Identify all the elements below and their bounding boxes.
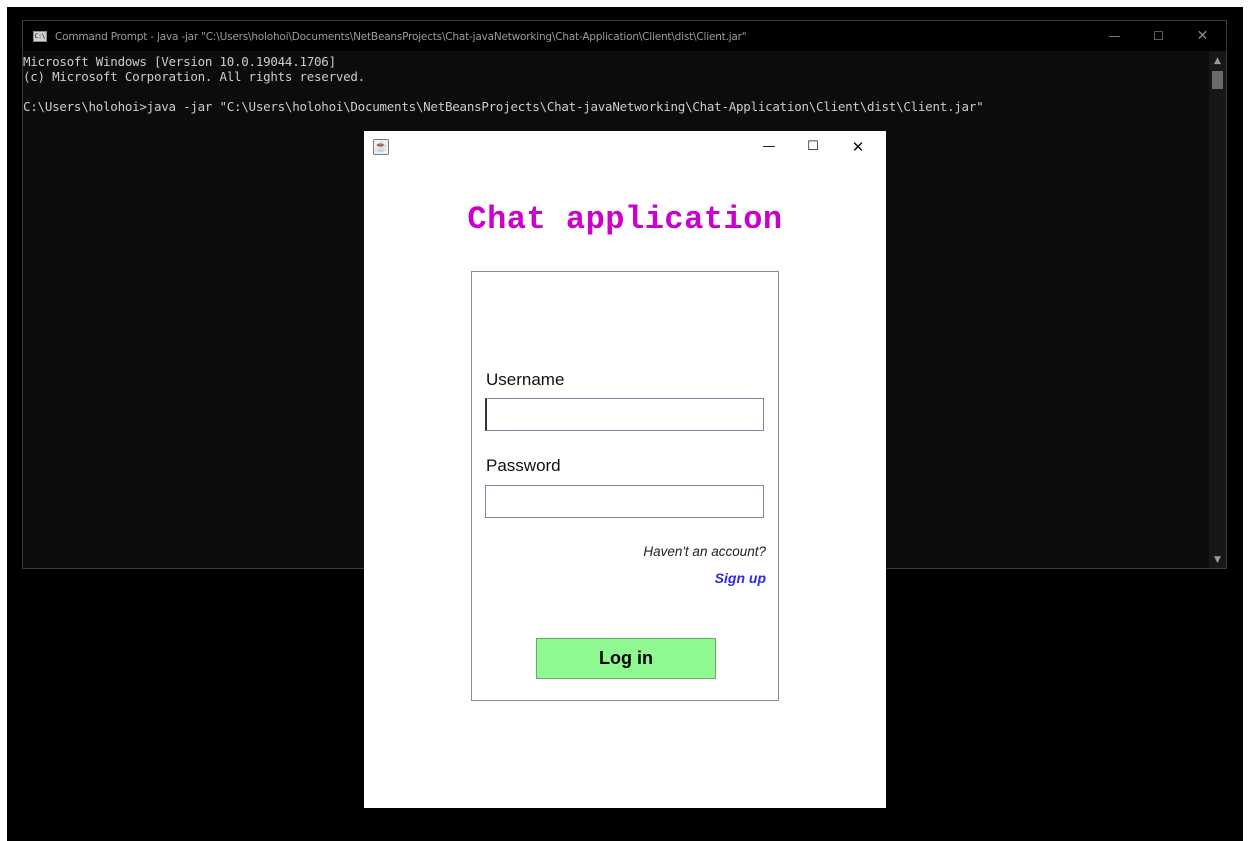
password-label: Password bbox=[486, 456, 561, 475]
login-button[interactable]: Log in bbox=[536, 638, 716, 679]
console-line: (c) Microsoft Corporation. All rights re… bbox=[23, 69, 365, 84]
username-input[interactable] bbox=[485, 398, 764, 431]
password-input[interactable] bbox=[485, 485, 764, 518]
cmd-title-bar[interactable]: C:\ Command Prompt - java -jar "C:\Users… bbox=[23, 21, 1226, 51]
signup-link[interactable]: Sign up bbox=[715, 570, 766, 586]
username-label: Username bbox=[486, 370, 565, 389]
app-title: Chat application bbox=[467, 201, 783, 238]
cmd-vertical-scrollbar[interactable]: ▲ ▼ bbox=[1209, 51, 1226, 568]
no-account-prompt: Haven't an account? bbox=[643, 544, 766, 559]
console-output[interactable]: Microsoft Windows [Version 10.0.19044.17… bbox=[23, 54, 1206, 114]
cmd-maximize-button[interactable]: ☐ bbox=[1136, 21, 1181, 51]
console-app-icon: C:\ bbox=[33, 31, 47, 42]
login-close-button[interactable]: ✕ bbox=[836, 133, 880, 161]
login-maximize-button[interactable]: ☐ bbox=[791, 133, 835, 161]
cmd-minimize-button[interactable]: — bbox=[1092, 21, 1137, 51]
console-line: C:\Users\holohoi>java -jar "C:\Users\hol… bbox=[23, 99, 984, 114]
scroll-down-arrow-icon[interactable]: ▼ bbox=[1209, 555, 1226, 565]
login-minimize-button[interactable]: — bbox=[747, 133, 791, 161]
login-window: ☕ — ☐ ✕ Chat application Username Passwo… bbox=[364, 131, 886, 808]
scroll-up-arrow-icon[interactable]: ▲ bbox=[1209, 56, 1226, 66]
cmd-window-title: Command Prompt - java -jar "C:\Users\hol… bbox=[55, 31, 747, 43]
console-line: Microsoft Windows [Version 10.0.19044.17… bbox=[23, 54, 336, 69]
scrollbar-thumb[interactable] bbox=[1212, 71, 1223, 89]
java-cup-icon: ☕ bbox=[373, 139, 389, 155]
login-form-panel: Username Password Haven't an account? Si… bbox=[471, 271, 779, 701]
cmd-close-button[interactable]: ✕ bbox=[1180, 21, 1225, 51]
